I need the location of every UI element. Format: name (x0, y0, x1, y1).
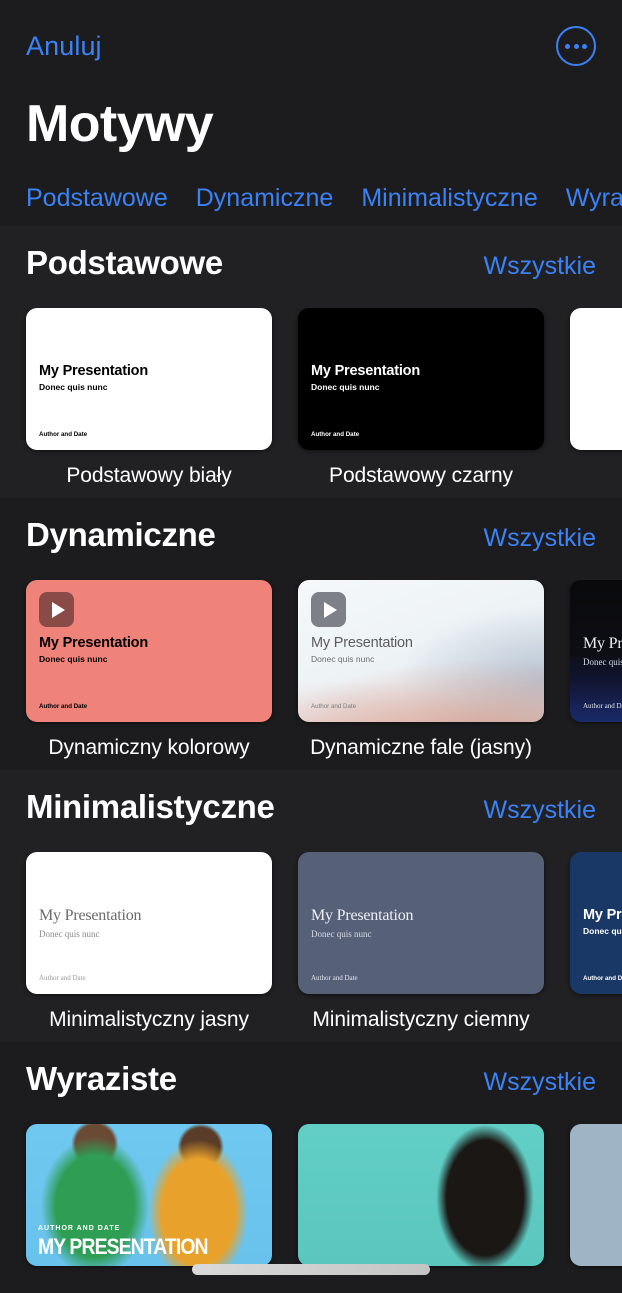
section-title: Wyraziste (26, 1060, 177, 1097)
theme-label: Minimalistyczny jasny (49, 1008, 249, 1031)
slide-author: Author and Date (39, 431, 88, 438)
tab-podstawowe[interactable]: Podstawowe (26, 184, 168, 213)
section-title: Minimalistyczne (26, 788, 275, 825)
slide-title: My Presentation (583, 907, 622, 923)
home-indicator[interactable] (192, 1264, 430, 1275)
section-title: Podstawowe (26, 244, 223, 281)
section-header: Minimalistyczne Wszystkie (0, 788, 622, 826)
slide-bold-title: MY PRESENTATION (38, 1234, 209, 1259)
section-title: Dynamiczne (26, 516, 216, 553)
slide-subtitle: Donec quis nunc (583, 657, 622, 667)
dot-2 (573, 43, 579, 49)
theme-thumbnail-dynamiczne-fale-jasny[interactable]: My Presentation Donec quis nunc Author a… (298, 580, 544, 722)
theme-thumbnail-minimalistyczny-jasny[interactable]: My Presentation Donec quis nunc Author a… (26, 852, 272, 994)
theme-label: Minimalistyczny ciemny (312, 1008, 530, 1031)
cancel-button[interactable]: Anuluj (26, 31, 102, 62)
category-tab-strip[interactable]: Podstawowe Dynamiczne Minimalistyczne Wy… (0, 170, 622, 226)
themes-scroll-area[interactable]: Podstawowe Wszystkie My Presentation Don… (0, 226, 622, 1291)
theme-thumbnail-dynamiczny-kolorowy[interactable]: My Presentation Donec quis nunc Author a… (26, 580, 272, 722)
slide-subtitle: Donec quis nunc (583, 926, 622, 936)
section-wyraziste: Wyraziste Wszystkie AUTHOR AND DATE MY P… (0, 1042, 622, 1290)
slide-author: Author and Date (39, 703, 88, 710)
theme-card[interactable]: AUTHOR AND DATE MY PRESENTATION (26, 1124, 272, 1280)
slide-subtitle: Donec quis nunc (39, 382, 108, 392)
slide-author: Author and Date (311, 431, 360, 438)
theme-card[interactable]: My Presentation Donec quis nunc Author a… (298, 308, 544, 488)
slide-subtitle: Donec quis nunc (311, 929, 372, 939)
slide-author: Author and Date (583, 975, 622, 982)
theme-card-partial[interactable] (570, 1124, 622, 1280)
slide-subtitle: Donec quis nunc (39, 929, 100, 939)
theme-thumbnail-podstawowy-czarny[interactable]: My Presentation Donec quis nunc Author a… (298, 308, 544, 450)
theme-label: Dynamiczne fale (jasny) (310, 736, 532, 759)
theme-card-partial[interactable] (570, 308, 622, 488)
tab-wyraziste[interactable]: Wyraziste (566, 184, 622, 213)
slide-subtitle: Donec quis nunc (311, 654, 375, 664)
navigation-bar: Anuluj (0, 0, 622, 92)
theme-thumbnail-partial[interactable]: My Presentation Donec quis nunc Author a… (570, 852, 622, 994)
play-triangle (51, 601, 65, 618)
section-header: Dynamiczne Wszystkie (0, 516, 622, 554)
theme-thumbnail-partial[interactable]: My Presentation Donec quis nunc Author a… (570, 580, 622, 722)
theme-label: Dynamiczny kolorowy (48, 736, 250, 759)
theme-thumbnail-minimalistyczny-ciemny[interactable]: My Presentation Donec quis nunc Author a… (298, 852, 544, 994)
theme-card[interactable]: My Presentation Donec quis nunc Author a… (26, 852, 272, 1032)
theme-card[interactable]: My Presentation Donec quis nunc Author a… (26, 308, 272, 488)
play-icon (311, 592, 346, 627)
slide-title: My Presentation (39, 635, 148, 651)
theme-label: Podstawowy biały (66, 464, 232, 487)
theme-card[interactable]: My Presentation Donec quis nunc Author a… (26, 580, 272, 760)
section-header: Wyraziste Wszystkie (0, 1060, 622, 1098)
see-all-link-podstawowe[interactable]: Wszystkie (484, 252, 597, 281)
page-title: Motywy (26, 95, 214, 153)
theme-thumbnail-podstawowy-bialy[interactable]: My Presentation Donec quis nunc Author a… (26, 308, 272, 450)
slide-title: My Presentation (39, 907, 142, 924)
section-dynamiczne: Dynamiczne Wszystkie My Presentation Don… (0, 498, 622, 770)
see-all-link-wyraziste[interactable]: Wszystkie (484, 1068, 597, 1097)
theme-thumbnail-bold-2[interactable] (298, 1124, 544, 1266)
slide-title: My Presentation (39, 363, 148, 379)
theme-card[interactable] (298, 1124, 544, 1280)
theme-thumbnail-partial[interactable] (570, 1124, 622, 1266)
section-minimalistyczne: Minimalistyczne Wszystkie My Presentatio… (0, 770, 622, 1042)
dot-3 (582, 43, 587, 49)
tab-minimalistyczne[interactable]: Minimalistyczne (361, 184, 537, 213)
play-triangle (323, 601, 337, 618)
slide-author: Author and Date (39, 974, 86, 982)
slide-author: Author and Date (583, 702, 622, 710)
theme-thumbnail-partial[interactable] (570, 308, 622, 450)
theme-card[interactable]: My Presentation Donec quis nunc Author a… (298, 852, 544, 1032)
section-header: Podstawowe Wszystkie (0, 244, 622, 282)
tab-dynamiczne[interactable]: Dynamiczne (196, 184, 334, 213)
theme-card-partial[interactable]: My Presentation Donec quis nunc Author a… (570, 852, 622, 1032)
card-row-podstawowe[interactable]: My Presentation Donec quis nunc Author a… (0, 308, 622, 488)
slide-subtitle: Donec quis nunc (311, 382, 380, 392)
theme-card[interactable]: My Presentation Donec quis nunc Author a… (298, 580, 544, 760)
more-options-icon[interactable] (556, 26, 596, 66)
slide-author: Author and Date (311, 703, 357, 710)
section-podstawowe: Podstawowe Wszystkie My Presentation Don… (0, 226, 622, 498)
slide-author: Author and Date (311, 974, 358, 982)
slide-title: My Presentation (311, 907, 414, 924)
slide-title: My Presentation (311, 363, 420, 379)
dot-1 (565, 43, 570, 49)
theme-card-partial[interactable]: My Presentation Donec quis nunc Author a… (570, 580, 622, 760)
see-all-link-minimalistyczne[interactable]: Wszystkie (484, 796, 597, 825)
slide-subtitle: Donec quis nunc (39, 654, 108, 664)
card-row-dynamiczne[interactable]: My Presentation Donec quis nunc Author a… (0, 580, 622, 760)
slide-title: My Presentation (311, 635, 413, 651)
slide-kicker: AUTHOR AND DATE (38, 1225, 121, 1232)
theme-label: Podstawowy czarny (329, 464, 513, 487)
slide-title: My Presentation (583, 635, 622, 652)
card-row-minimalistyczne[interactable]: My Presentation Donec quis nunc Author a… (0, 852, 622, 1032)
theme-thumbnail-bold-1[interactable]: AUTHOR AND DATE MY PRESENTATION (26, 1124, 272, 1266)
see-all-link-dynamiczne[interactable]: Wszystkie (484, 524, 597, 553)
card-row-wyraziste[interactable]: AUTHOR AND DATE MY PRESENTATION (0, 1124, 622, 1280)
play-icon (39, 592, 74, 627)
